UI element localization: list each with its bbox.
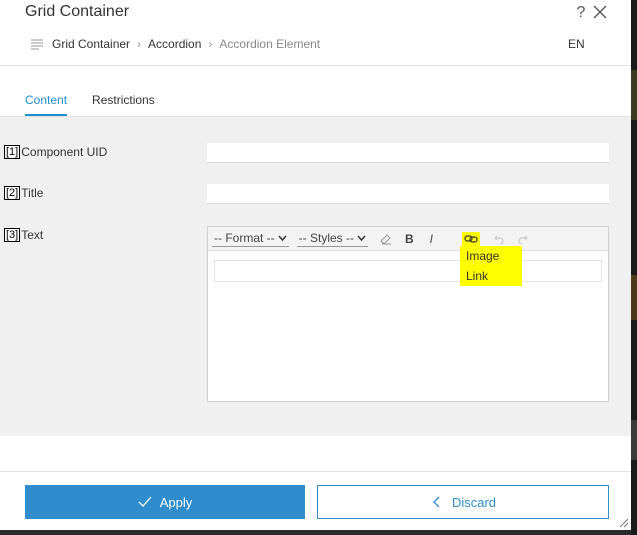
resize-handle-icon[interactable] <box>617 516 629 528</box>
breadcrumb-item-grid-container[interactable]: Grid Container <box>52 37 130 51</box>
editor-toolbar: -- Format -- -- Styles -- B I <box>208 227 608 251</box>
dialog: Grid Container ? Grid Container › Accord… <box>0 0 631 530</box>
field-label-title: [2] Title <box>4 186 43 200</box>
breadcrumb-item-accordion[interactable]: Accordion <box>148 37 201 51</box>
tab-content[interactable]: Content <box>25 93 68 116</box>
field-number-tag: [3] <box>4 228 21 242</box>
field-label-component-uid: [1] Component UID <box>4 145 107 159</box>
italic-button[interactable]: I <box>430 232 433 246</box>
link-dropdown-menu: Image Link <box>460 246 522 286</box>
field-label-text-editor: [3] Text <box>4 228 43 242</box>
header-divider <box>0 65 631 66</box>
field-label-text: Text <box>21 228 44 242</box>
field-label-text: Component UID <box>21 145 108 159</box>
breadcrumb-separator: › <box>208 37 213 51</box>
breadcrumb: Grid Container › Accordion › Accordion E… <box>31 36 320 52</box>
background-segment <box>631 420 637 460</box>
apply-button[interactable]: Apply <box>25 485 305 519</box>
rich-text-editor: -- Format -- -- Styles -- B I <box>207 226 609 402</box>
menu-item-image[interactable]: Image <box>460 246 522 266</box>
background-segment <box>631 70 637 120</box>
discard-label: Discard <box>451 494 497 510</box>
chevron-down-icon <box>278 235 287 241</box>
language-selector[interactable]: EN <box>568 37 585 51</box>
link-icon[interactable] <box>462 232 480 246</box>
bold-button[interactable]: B <box>405 232 414 246</box>
background-strip <box>631 0 637 535</box>
styles-select-value: -- Styles -- <box>298 231 354 245</box>
dialog-title: Grid Container <box>25 3 130 20</box>
redo-icon[interactable] <box>518 234 530 244</box>
discard-button[interactable]: Discard <box>317 485 609 519</box>
help-icon[interactable]: ? <box>575 4 587 22</box>
tab-bar: Content Restrictions <box>25 93 180 116</box>
undo-icon[interactable] <box>492 234 504 244</box>
close-icon[interactable] <box>592 4 608 20</box>
menu-item-link[interactable]: Link <box>460 266 522 286</box>
eraser-icon[interactable] <box>380 233 392 245</box>
format-select-value: -- Format -- <box>214 231 275 245</box>
title-input[interactable] <box>207 184 609 204</box>
breadcrumb-item-accordion-element: Accordion Element <box>219 37 321 51</box>
format-select[interactable]: -- Format -- <box>212 231 289 247</box>
field-number-tag: [1] <box>4 145 21 159</box>
component-uid-input[interactable] <box>207 143 609 163</box>
field-number-tag: [2] <box>4 186 21 200</box>
chevron-left-icon <box>433 496 440 508</box>
editor-content-area[interactable] <box>214 260 602 282</box>
field-label-text: Title <box>21 186 44 200</box>
breadcrumb-separator: › <box>137 37 142 51</box>
styles-select[interactable]: -- Styles -- <box>296 231 368 247</box>
background-segment <box>631 275 637 320</box>
chevron-down-icon <box>357 235 366 241</box>
menu-lines-icon <box>31 39 43 50</box>
apply-label: Apply <box>159 494 193 510</box>
checkmark-icon <box>138 496 152 507</box>
footer-divider <box>0 471 631 472</box>
tab-restrictions[interactable]: Restrictions <box>92 93 155 116</box>
